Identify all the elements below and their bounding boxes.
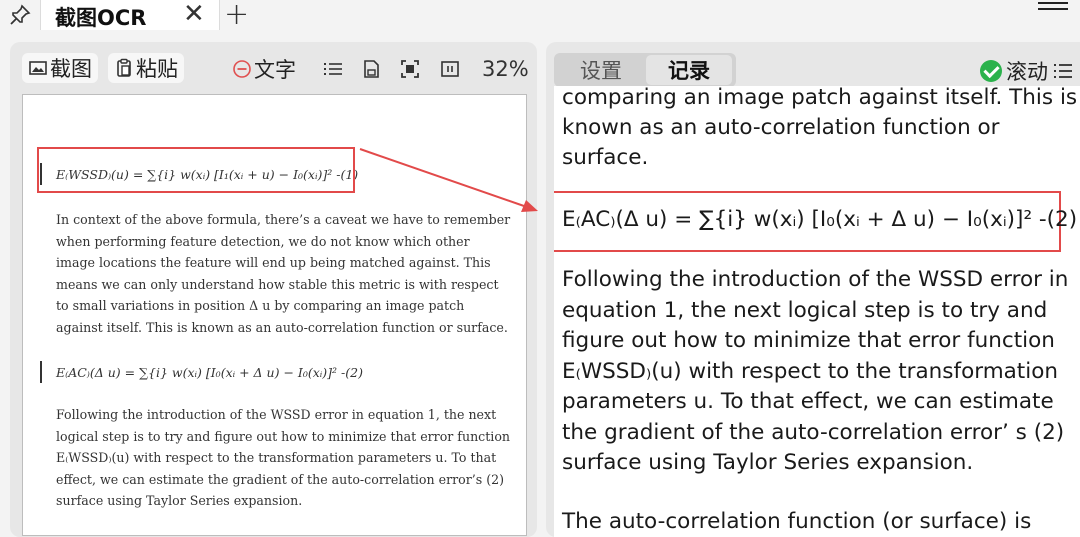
formula-marker: [40, 361, 42, 383]
formula-2: E₍AC₎(Δ u) = ∑{i} w(xᵢ) [I₀(xᵢ + Δ u) − …: [56, 365, 363, 380]
paste-button[interactable]: 粘贴: [108, 53, 184, 83]
tab-ocr[interactable]: 截图OCR ✕: [40, 0, 220, 30]
image-panel: 截图 粘贴 文字 32% E₍WSSD₎(u) = ∑{i} w(xᵢ) [I₁…: [10, 42, 537, 537]
highlight-box: [37, 147, 355, 193]
zoom-level[interactable]: 32%: [482, 57, 529, 81]
result-line: known as an auto-correlation function or: [562, 115, 1000, 140]
view-switcher: 设置 记录: [554, 53, 736, 87]
minus-circle-icon: [233, 60, 251, 78]
new-tab-icon[interactable]: +: [224, 0, 249, 32]
tab-title: 截图OCR: [55, 6, 147, 30]
title-bar: 截图OCR ✕ +: [0, 0, 1080, 32]
result-line: equation 1, the next logical step is to …: [562, 298, 1048, 323]
pin-icon[interactable]: [8, 3, 32, 27]
document-page: E₍WSSD₎(u) = ∑{i} w(xᵢ) [I₁(xᵢ + u) − I₀…: [22, 94, 527, 536]
screenshot-button[interactable]: 截图: [22, 53, 98, 83]
paste-icon: [117, 58, 131, 77]
close-icon[interactable]: ✕: [183, 0, 205, 29]
save-icon[interactable]: [361, 59, 381, 79]
paragraph-2: Following the introduction of the WSSD e…: [56, 407, 511, 508]
paste-label: 粘贴: [136, 57, 178, 81]
check-icon: [980, 60, 1002, 82]
window-menu-icon[interactable]: [1038, 2, 1068, 10]
result-line: parameters u. To that effect, we can est…: [562, 389, 1054, 414]
result-line: Following the introduction of the WSSD e…: [562, 267, 1069, 292]
screenshot-icon: [29, 61, 47, 75]
tab-records[interactable]: 记录: [646, 55, 732, 85]
result-line: E₍AC₎(Δ u) = ∑{i} w(xᵢ) [I₀(xᵢ + Δ u) − …: [562, 207, 1078, 232]
scan-icon[interactable]: [400, 59, 420, 79]
result-line: E₍WSSD₎(u) with respect to the transform…: [562, 359, 1058, 384]
paragraph-1: In context of the above formula, there’s…: [56, 212, 511, 335]
ocr-result-text[interactable]: comparing an image patch against itself.…: [554, 86, 1080, 537]
list-icon[interactable]: [323, 59, 343, 79]
menu-icon[interactable]: [1054, 61, 1072, 81]
tab-settings[interactable]: 设置: [558, 53, 644, 87]
result-line: comparing an image patch against itself.…: [562, 86, 1078, 110]
text-mode-button[interactable]: 文字: [232, 54, 296, 84]
result-line: the gradient of the auto-correlation err…: [562, 420, 1065, 445]
auto-scroll-toggle[interactable]: 滚动: [980, 56, 1072, 86]
result-line: figure out how to minimize that error fu…: [562, 328, 1055, 353]
result-line: surface.: [562, 145, 649, 170]
result-panel: 设置 记录 滚动 comparing an image patch agains…: [546, 42, 1080, 537]
result-line: The auto-correlation function (or surfac…: [562, 509, 1032, 534]
columns-icon[interactable]: [440, 59, 460, 79]
result-line: surface using Taylor Series expansion.: [562, 450, 974, 475]
auto-scroll-label: 滚动: [1006, 60, 1048, 84]
screenshot-label: 截图: [50, 57, 92, 81]
text-mode-label: 文字: [254, 58, 296, 82]
